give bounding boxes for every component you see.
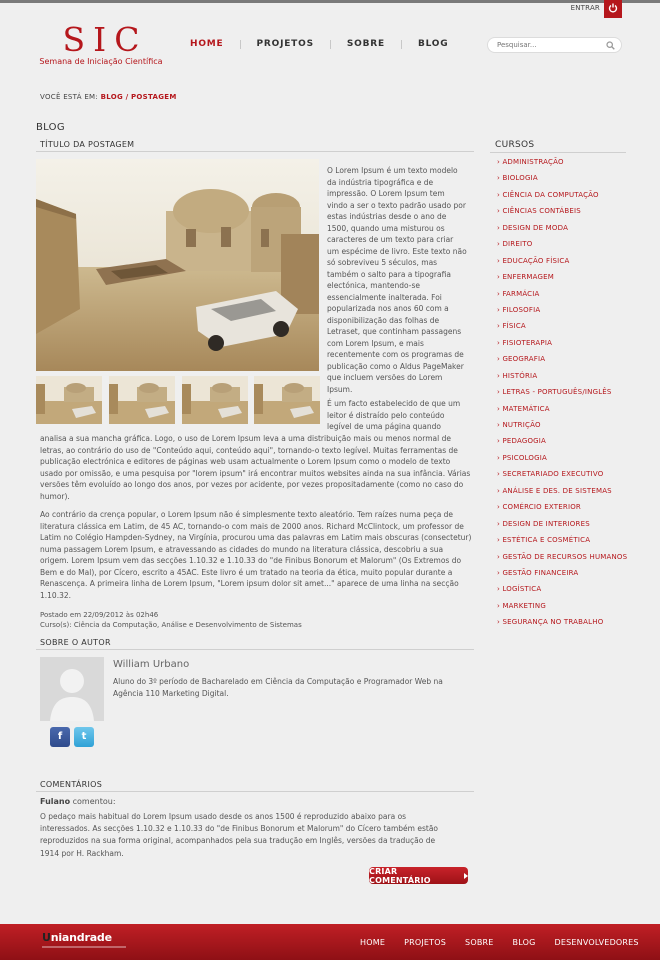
breadcrumb: VOCÊ ESTÁ EM: BLOG / POSTAGEM	[40, 93, 177, 101]
nav-home[interactable]: HOME	[190, 39, 224, 49]
facebook-icon[interactable]: f	[50, 727, 70, 747]
course-link[interactable]: ANÁLISE E DES. DE SISTEMAS	[497, 487, 627, 503]
comment-author[interactable]: Fulano	[40, 797, 70, 806]
course-link[interactable]: BIOLOGIA	[497, 174, 627, 190]
nav-divider	[239, 39, 241, 49]
post-courses: Curso(s): Ciência da Computação, Análise…	[40, 621, 302, 629]
course-link[interactable]: PEDAGOGIA	[497, 437, 627, 453]
author-bio: Aluno do 3º período de Bacharelado em Ci…	[113, 677, 443, 698]
course-link[interactable]: DESIGN DE INTERIORES	[497, 520, 627, 536]
breadcrumb-prefix: VOCÊ ESTÁ EM:	[40, 93, 99, 101]
footer-nav-blog[interactable]: BLOG	[513, 938, 536, 947]
course-link[interactable]: GESTÃO FINANCEIRA	[497, 569, 627, 585]
create-comment-button[interactable]: CRIAR COMENTÁRIO	[369, 866, 468, 885]
post-paragraph: analisa a sua mancha gráfica. Logo, o us…	[40, 434, 471, 501]
sidebar-divider	[490, 152, 626, 153]
top-border	[0, 0, 660, 3]
post-thumbnail[interactable]	[109, 376, 175, 424]
course-link[interactable]: DESIGN DE MODA	[497, 224, 627, 240]
course-link[interactable]: SECRETARIADO EXECUTIVO	[497, 470, 627, 486]
course-link[interactable]: ADMINISTRAÇÃO	[497, 158, 627, 174]
course-link[interactable]: ESTÉTICA E COSMÉTICA	[497, 536, 627, 552]
footer-nav: HOME PROJETOS SOBRE BLOG DESENVOLVEDORES	[360, 938, 658, 947]
nav-projetos[interactable]: PROJETOS	[257, 39, 314, 49]
course-link[interactable]: LETRAS - PORTUGUÊS/INGLÊS	[497, 388, 627, 404]
nav-divider	[400, 39, 402, 49]
create-comment-label: CRIAR COMENTÁRIO	[369, 866, 431, 885]
breadcrumb-blog[interactable]: BLOG	[101, 93, 123, 101]
logo-subtitle: Semana de Iniciação Científica	[39, 57, 163, 66]
course-link[interactable]: PSICOLOGIA	[497, 454, 627, 470]
comments-section-title: COMENTÁRIOS	[36, 780, 474, 792]
course-link[interactable]: CIÊNCIAS CONTÁBEIS	[497, 207, 627, 223]
course-link[interactable]: ENFERMAGEM	[497, 273, 627, 289]
course-link[interactable]: MATEMÁTICA	[497, 405, 627, 421]
footer-logo-tagline	[42, 946, 126, 948]
footer-nav-home[interactable]: HOME	[360, 938, 385, 947]
logo-title: SIC	[62, 20, 148, 59]
post-paragraph: É um facto estabelecido de que um leitor…	[327, 399, 461, 431]
post-thumbnail[interactable]	[36, 376, 102, 424]
post-date: Postado em 22/09/2012 às 02h46	[40, 611, 159, 619]
avatar	[40, 657, 104, 721]
course-link[interactable]: SEGURANÇA NO TRABALHO	[497, 618, 627, 634]
course-link[interactable]: DIREITO	[497, 240, 627, 256]
nav-divider	[329, 39, 331, 49]
course-link[interactable]: MARKETING	[497, 602, 627, 618]
comment-text: O pedaço mais habitual do Lorem Ipsum us…	[40, 812, 438, 858]
course-link[interactable]: COMÉRCIO EXTERIOR	[497, 503, 627, 519]
course-link[interactable]: CIÊNCIA DA COMPUTAÇÃO	[497, 191, 627, 207]
course-link[interactable]: LOGÍSTICA	[497, 585, 627, 601]
nav-blog[interactable]: BLOG	[418, 39, 449, 49]
sidebar-title: CURSOS	[495, 140, 535, 150]
course-link[interactable]: FARMÁCIA	[497, 290, 627, 306]
course-link[interactable]: FÍSICA	[497, 322, 627, 338]
post-title: TÍTULO DA POSTAGEM	[36, 140, 474, 152]
site-logo[interactable]: SIC Semana de Iniciação Científica	[36, 20, 166, 67]
post-paragraph: O Lorem Ipsum é um texto modelo da indús…	[327, 166, 467, 394]
footer-nav-desenvolvedores[interactable]: DESENVOLVEDORES	[555, 938, 639, 947]
breadcrumb-current: POSTAGEM	[130, 93, 177, 101]
login-link[interactable]: ENTRAR	[571, 4, 600, 12]
post-thumbnail[interactable]	[254, 376, 320, 424]
post-thumbnail[interactable]	[182, 376, 248, 424]
course-link[interactable]: FISIOTERAPIA	[497, 339, 627, 355]
post-paragraph: Ao contrário da crença popular, o Lorem …	[40, 510, 472, 600]
nav-sobre[interactable]: SOBRE	[347, 39, 385, 49]
course-link[interactable]: GEOGRAFIA	[497, 355, 627, 371]
footer-nav-sobre[interactable]: SOBRE	[465, 938, 493, 947]
footer-logo-text: niandrade	[50, 931, 112, 944]
footer-logo[interactable]: Uniandrade	[42, 931, 112, 944]
course-link[interactable]: EDUCAÇÃO FÍSICA	[497, 257, 627, 273]
author-name: William Urbano	[113, 659, 190, 670]
comment-verb: comentou:	[72, 797, 116, 806]
arrow-right-icon	[464, 872, 468, 879]
comment-header: Fulano comentou:	[40, 797, 116, 806]
search-icon[interactable]	[606, 41, 615, 52]
breadcrumb-separator: /	[125, 93, 129, 101]
post-main-image[interactable]	[36, 159, 319, 371]
courses-list: ADMINISTRAÇÃO BIOLOGIA CIÊNCIA DA COMPUT…	[497, 158, 627, 635]
course-link[interactable]: NUTRIÇÃO	[497, 421, 627, 437]
course-link[interactable]: HISTÓRIA	[497, 372, 627, 388]
page-title: BLOG	[36, 122, 65, 133]
course-link[interactable]: FILOSOFIA	[497, 306, 627, 322]
footer: Uniandrade HOME PROJETOS SOBRE BLOG DESE…	[0, 924, 660, 960]
twitter-icon[interactable]: t	[74, 727, 94, 747]
main-nav: HOME PROJETOS SOBRE BLOG	[190, 39, 448, 49]
footer-logo-initial: U	[42, 931, 51, 944]
author-section-title: SOBRE O AUTOR	[36, 638, 474, 650]
search-input[interactable]	[488, 38, 598, 52]
power-icon[interactable]	[604, 0, 622, 18]
search-box	[487, 37, 622, 53]
footer-nav-projetos[interactable]: PROJETOS	[404, 938, 446, 947]
course-link[interactable]: GESTÃO DE RECURSOS HUMANOS	[497, 553, 627, 569]
